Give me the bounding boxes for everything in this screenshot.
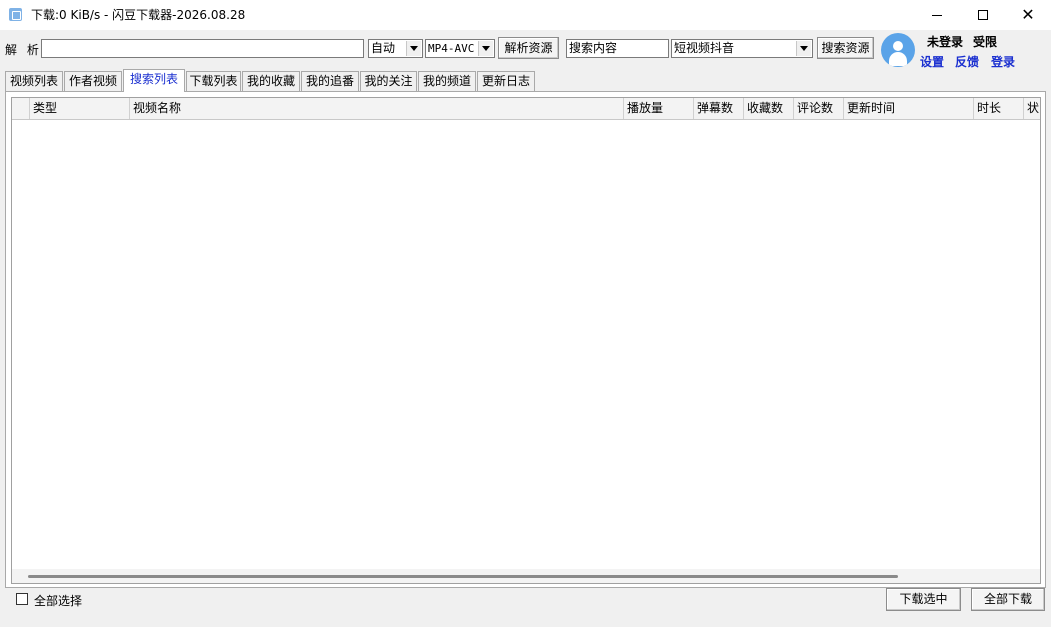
close-icon: ✕ xyxy=(1021,5,1035,24)
source-select[interactable]: 短视频抖音 xyxy=(671,39,813,58)
codec-select-value: MP4-AVC xyxy=(428,42,475,55)
tab-my-channels[interactable]: 我的频道 xyxy=(418,71,476,91)
quality-select[interactable]: 自动 xyxy=(368,39,423,58)
column-header-select[interactable] xyxy=(12,98,30,119)
login-link[interactable]: 登录 xyxy=(991,53,1015,70)
parse-resource-button[interactable]: 解析资源 xyxy=(498,37,559,59)
search-input[interactable]: 搜索内容 xyxy=(566,39,669,58)
app-icon xyxy=(9,8,22,21)
tab-download-list[interactable]: 下载列表 xyxy=(186,71,241,91)
tab-video-list[interactable]: 视频列表 xyxy=(5,71,63,91)
tab-my-following[interactable]: 我的关注 xyxy=(360,71,417,91)
scrollbar-thumb[interactable] xyxy=(28,575,898,578)
column-header-updated[interactable]: 更新时间 xyxy=(844,98,974,119)
tab-changelog[interactable]: 更新日志 xyxy=(477,71,535,91)
search-results-table[interactable]: 类型 视频名称 播放量 弹幕数 收藏数 评论数 更新时间 时长 状 xyxy=(11,97,1041,584)
avatar[interactable] xyxy=(881,33,915,67)
window-title: 下载:0 KiB/s - 闪豆下载器-2026.08.28 xyxy=(31,8,246,22)
chevron-down-icon[interactable] xyxy=(478,41,493,56)
column-header-type[interactable]: 类型 xyxy=(30,98,130,119)
search-resource-button[interactable]: 搜索资源 xyxy=(817,37,874,59)
column-header-danmaku[interactable]: 弹幕数 xyxy=(694,98,744,119)
minimize-button[interactable] xyxy=(914,0,960,30)
download-selected-button[interactable]: 下载选中 xyxy=(886,588,961,611)
table-header: 类型 视频名称 播放量 弹幕数 收藏数 评论数 更新时间 时长 状 xyxy=(12,98,1040,120)
chevron-down-icon[interactable] xyxy=(796,41,811,56)
minimize-icon xyxy=(932,14,942,16)
tab-my-favorites[interactable]: 我的收藏 xyxy=(242,71,300,91)
column-header-favorites[interactable]: 收藏数 xyxy=(744,98,794,119)
close-button[interactable]: ✕ xyxy=(1005,0,1051,30)
column-header-title[interactable]: 视频名称 xyxy=(130,98,624,119)
title-bar: 下载:0 KiB/s - 闪豆下载器-2026.08.28 ✕ xyxy=(0,0,1051,30)
maximize-button[interactable] xyxy=(960,0,1006,30)
limit-status: 受限 xyxy=(973,35,998,49)
user-icon xyxy=(893,41,903,51)
column-header-views[interactable]: 播放量 xyxy=(624,98,694,119)
url-input[interactable] xyxy=(41,39,364,58)
select-all-checkbox[interactable] xyxy=(16,593,28,605)
column-header-duration[interactable]: 时长 xyxy=(974,98,1024,119)
settings-link[interactable]: 设置 xyxy=(920,53,944,70)
download-all-button[interactable]: 全部下载 xyxy=(971,588,1045,611)
tab-author-videos[interactable]: 作者视频 xyxy=(64,71,122,91)
source-select-value: 短视频抖音 xyxy=(674,41,735,55)
tab-my-bangumi[interactable]: 我的追番 xyxy=(301,71,359,91)
tab-panel: 类型 视频名称 播放量 弹幕数 收藏数 评论数 更新时间 时长 状 xyxy=(5,91,1046,588)
column-header-status[interactable]: 状 xyxy=(1024,98,1040,119)
maximize-icon xyxy=(978,10,988,20)
chevron-down-icon[interactable] xyxy=(406,41,421,56)
tab-search-list[interactable]: 搜索列表 xyxy=(123,69,185,92)
select-all-label[interactable]: 全部选择 xyxy=(34,592,82,609)
codec-select[interactable]: MP4-AVC xyxy=(425,39,495,58)
feedback-link[interactable]: 反馈 xyxy=(955,53,979,70)
column-header-comments[interactable]: 评论数 xyxy=(794,98,844,119)
login-status: 未登录 xyxy=(927,35,964,49)
quality-select-value: 自动 xyxy=(371,41,396,55)
